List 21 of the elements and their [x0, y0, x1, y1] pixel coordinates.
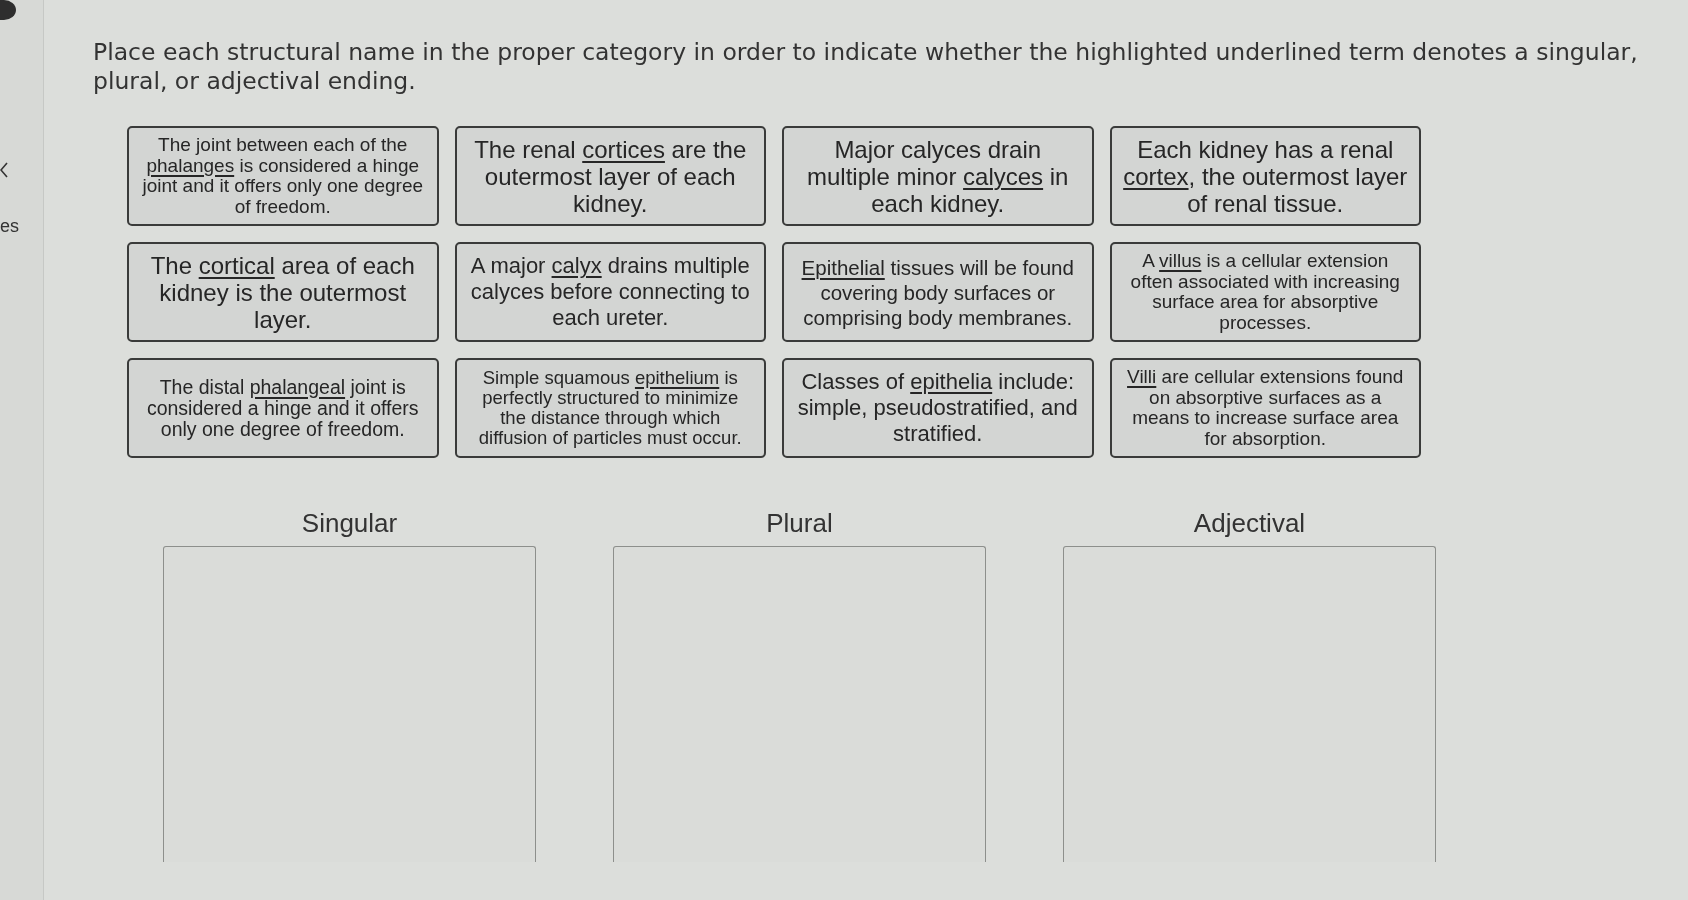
term-card[interactable]: The distal phalangeal joint is considered a hinge and it offers only one degree of freedom. — [127, 358, 439, 458]
category-label: Adjectival — [1193, 508, 1306, 538]
term-card[interactable]: Each kidney has a renal cortex, the outermost layer of renal tissue. — [1109, 126, 1421, 226]
term-card[interactable]: Simple squamous epithelium is perfectly structured to minimize the distance through which diffusion of particles must occur. — [454, 358, 766, 458]
drop-zone[interactable] — [1063, 546, 1436, 862]
chevron-left-icon[interactable] — [0, 162, 8, 178]
category-label: Plural — [766, 508, 833, 538]
drop-zone[interactable] — [613, 546, 986, 862]
term-card[interactable]: The cortical area of each kidney is the outermost layer. — [127, 242, 439, 342]
drop-zone[interactable] — [163, 546, 536, 862]
side-panel-text: es — [0, 216, 19, 236]
term-card[interactable]: Major calyces drain multiple minor calyces in each kidney. — [782, 126, 1094, 226]
term-card[interactable]: Classes of epithelia include: simple, pseudostratified, and stratified. — [782, 358, 1094, 458]
term-card[interactable]: Epithelial tissues will be found covering body surfaces or comprising body membranes. — [782, 242, 1094, 342]
term-card[interactable]: A major calyx drains multiple calyces before connecting to each ureter. — [454, 242, 766, 342]
category-label: Singular — [301, 508, 398, 538]
term-card[interactable]: A villus is a cellular extension often associated with increasing surface area for absorptive processes. — [1109, 242, 1421, 342]
instructions-text: Place each structural name in the proper category in order to indicate whether the highlighted underlined term denotes a singular, plural, or adjectival ending. — [93, 38, 1639, 96]
term-card[interactable]: The joint between each of the phalanges is considered a hinge joint and it offers only one degree of freedom. — [127, 126, 439, 226]
term-card[interactable]: Villi are cellular extensions found on absorptive surfaces as a means to increase surface area for absorption. — [1109, 358, 1421, 458]
term-card[interactable]: The renal cortices are the outermost layer of each kidney. — [454, 126, 766, 226]
